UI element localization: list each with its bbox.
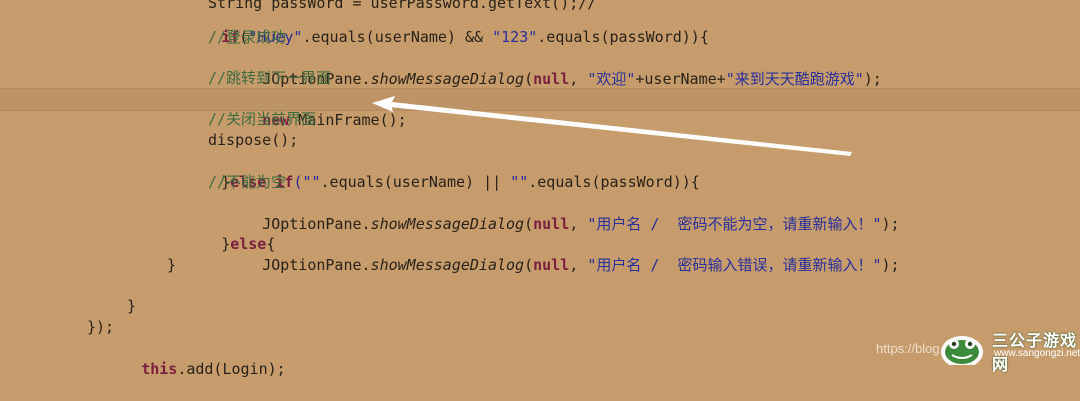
comment: //不能为空 [208,173,287,191]
code-line: JOptionPane.showMessageDialog(null, "用户名… [0,234,1080,274]
code-line: } [0,296,1080,317]
code-text: } [127,297,137,315]
code-line: dispose(); [0,130,1080,151]
code-line: }); [0,317,1080,338]
code-line: }else if("".equals(userName) || "".equal… [0,151,1080,191]
code-line: } [0,255,1080,276]
comment: //关闭当前界面 [208,110,317,128]
code-line: }else{ [0,213,1080,253]
frog-logo-icon [941,336,983,365]
comment: //跳转到下一界面 [208,69,332,87]
code-line: //关闭当前界面 [0,109,1080,130]
watermark-url: https://blog [876,341,940,356]
code-line: //登录成功 [0,27,1080,48]
watermark-site: www.sangongzi.net [994,348,1080,359]
current-line-highlight: new MainFrame(); [0,88,1080,129]
code-line: JOptionPane.showMessageDialog(null, "用户名… [0,193,1080,233]
code-text: .add(Login); [177,360,286,378]
code-editor[interactable]: String passWord = userPassword.getText()… [0,0,1080,378]
code-line: JOptionPane.showMessageDialog(null, "欢迎"… [0,48,1080,88]
comment: //登录成功 [208,28,287,46]
watermark-logo: 三公子游戏网 www.sangongzi.net [940,322,1080,374]
code-line: //不能为空 [0,172,1080,193]
code-line: //跳转到下一界面 [0,68,1080,89]
code-text: dispose(); [208,131,299,149]
code-text: }); [87,318,115,336]
code-line: if("Huey".equals(userName) && "123".equa… [221,28,709,46]
keyword-this: this [141,360,178,378]
code-text: } [167,256,177,274]
